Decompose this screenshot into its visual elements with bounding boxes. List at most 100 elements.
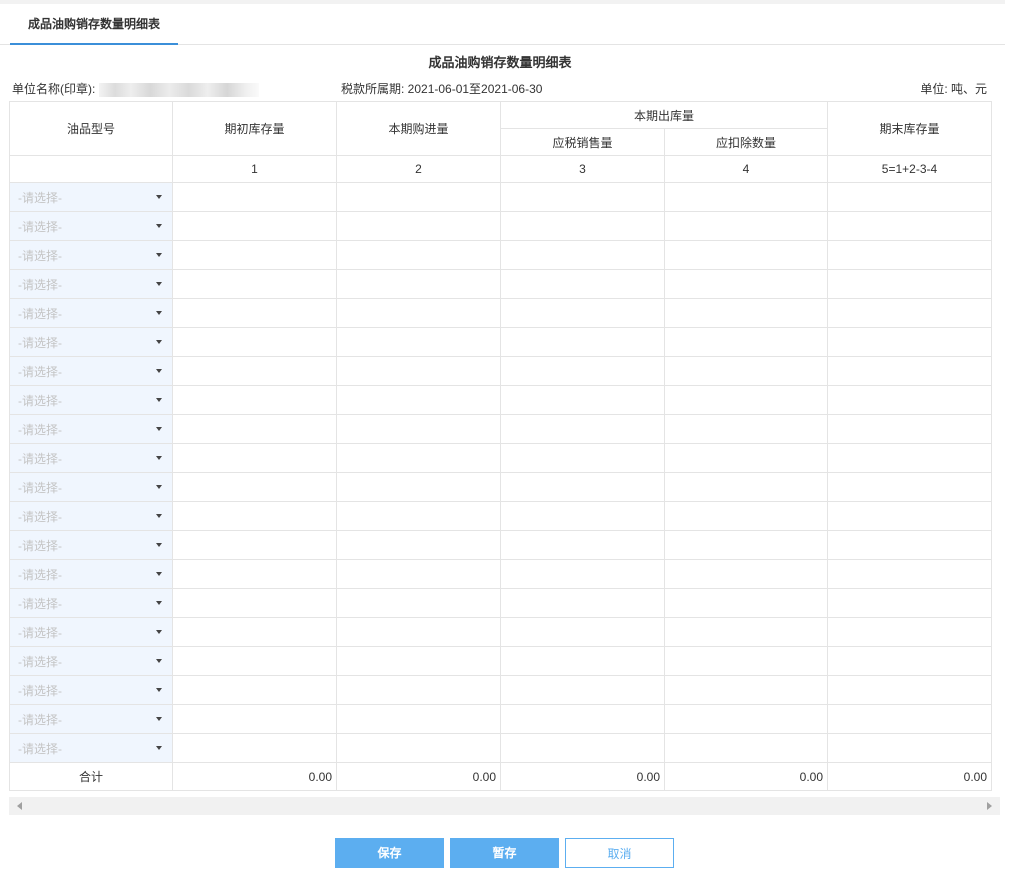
deduction-cell[interactable] <box>664 617 828 647</box>
opening-stock-cell[interactable] <box>172 675 337 705</box>
taxable-sales-cell[interactable] <box>500 646 665 676</box>
dropdown-arrow-icon[interactable] <box>156 195 162 199</box>
purchase-cell[interactable] <box>336 704 501 734</box>
purchase-cell[interactable] <box>336 646 501 676</box>
deduction-cell[interactable] <box>664 182 828 212</box>
taxable-sales-cell[interactable] <box>500 443 665 473</box>
cancel-button[interactable]: 取消 <box>565 838 674 868</box>
taxable-sales-cell[interactable] <box>500 704 665 734</box>
purchase-cell[interactable] <box>336 733 501 763</box>
taxable-sales-cell[interactable] <box>500 675 665 705</box>
purchase-cell[interactable] <box>336 211 501 241</box>
taxable-sales-cell[interactable] <box>500 385 665 415</box>
purchase-cell[interactable] <box>336 675 501 705</box>
taxable-sales-cell[interactable] <box>500 501 665 531</box>
purchase-cell[interactable] <box>336 588 501 618</box>
purchase-cell[interactable] <box>336 240 501 270</box>
oil-type-select[interactable]: -请选择- <box>10 647 172 675</box>
dropdown-arrow-icon[interactable] <box>156 485 162 489</box>
oil-type-select[interactable]: -请选择- <box>10 299 172 327</box>
taxable-sales-cell[interactable] <box>500 588 665 618</box>
dropdown-arrow-icon[interactable] <box>156 746 162 750</box>
oil-type-select[interactable]: -请选择- <box>10 357 172 385</box>
oil-type-select[interactable]: -请选择- <box>10 415 172 443</box>
dropdown-arrow-icon[interactable] <box>156 340 162 344</box>
dropdown-arrow-icon[interactable] <box>156 456 162 460</box>
purchase-cell[interactable] <box>336 269 501 299</box>
purchase-cell[interactable] <box>336 530 501 560</box>
scroll-left-icon[interactable] <box>17 802 22 810</box>
deduction-cell[interactable] <box>664 704 828 734</box>
opening-stock-cell[interactable] <box>172 472 337 502</box>
dropdown-arrow-icon[interactable] <box>156 427 162 431</box>
dropdown-arrow-icon[interactable] <box>156 311 162 315</box>
oil-type-select[interactable]: -请选择- <box>10 183 172 211</box>
opening-stock-cell[interactable] <box>172 356 337 386</box>
oil-type-select[interactable]: -请选择- <box>10 270 172 298</box>
taxable-sales-cell[interactable] <box>500 269 665 299</box>
opening-stock-cell[interactable] <box>172 559 337 589</box>
oil-type-select[interactable]: -请选择- <box>10 212 172 240</box>
opening-stock-cell[interactable] <box>172 530 337 560</box>
dropdown-arrow-icon[interactable] <box>156 514 162 518</box>
deduction-cell[interactable] <box>664 501 828 531</box>
opening-stock-cell[interactable] <box>172 501 337 531</box>
opening-stock-cell[interactable] <box>172 182 337 212</box>
oil-type-select[interactable]: -请选择- <box>10 589 172 617</box>
taxable-sales-cell[interactable] <box>500 414 665 444</box>
dropdown-arrow-icon[interactable] <box>156 601 162 605</box>
purchase-cell[interactable] <box>336 414 501 444</box>
deduction-cell[interactable] <box>664 298 828 328</box>
oil-type-select[interactable]: -请选择- <box>10 560 172 588</box>
deduction-cell[interactable] <box>664 240 828 270</box>
dropdown-arrow-icon[interactable] <box>156 659 162 663</box>
opening-stock-cell[interactable] <box>172 704 337 734</box>
purchase-cell[interactable] <box>336 472 501 502</box>
taxable-sales-cell[interactable] <box>500 559 665 589</box>
opening-stock-cell[interactable] <box>172 211 337 241</box>
oil-type-select[interactable]: -请选择- <box>10 473 172 501</box>
deduction-cell[interactable] <box>664 588 828 618</box>
oil-type-select[interactable]: -请选择- <box>10 241 172 269</box>
purchase-cell[interactable] <box>336 356 501 386</box>
opening-stock-cell[interactable] <box>172 385 337 415</box>
deduction-cell[interactable] <box>664 211 828 241</box>
opening-stock-cell[interactable] <box>172 327 337 357</box>
deduction-cell[interactable] <box>664 443 828 473</box>
oil-type-select[interactable]: -请选择- <box>10 734 172 762</box>
opening-stock-cell[interactable] <box>172 733 337 763</box>
oil-type-select[interactable]: -请选择- <box>10 676 172 704</box>
deduction-cell[interactable] <box>664 327 828 357</box>
scroll-right-icon[interactable] <box>987 802 992 810</box>
opening-stock-cell[interactable] <box>172 269 337 299</box>
purchase-cell[interactable] <box>336 182 501 212</box>
dropdown-arrow-icon[interactable] <box>156 630 162 634</box>
opening-stock-cell[interactable] <box>172 617 337 647</box>
opening-stock-cell[interactable] <box>172 588 337 618</box>
deduction-cell[interactable] <box>664 675 828 705</box>
deduction-cell[interactable] <box>664 414 828 444</box>
tab-detail-sheet[interactable]: 成品油购销存数量明细表 <box>10 4 178 45</box>
deduction-cell[interactable] <box>664 646 828 676</box>
oil-type-select[interactable]: -请选择- <box>10 705 172 733</box>
opening-stock-cell[interactable] <box>172 646 337 676</box>
purchase-cell[interactable] <box>336 443 501 473</box>
taxable-sales-cell[interactable] <box>500 617 665 647</box>
dropdown-arrow-icon[interactable] <box>156 572 162 576</box>
oil-type-select[interactable]: -请选择- <box>10 386 172 414</box>
oil-type-select[interactable]: -请选择- <box>10 531 172 559</box>
deduction-cell[interactable] <box>664 472 828 502</box>
oil-type-select[interactable]: -请选择- <box>10 444 172 472</box>
taxable-sales-cell[interactable] <box>500 298 665 328</box>
opening-stock-cell[interactable] <box>172 414 337 444</box>
purchase-cell[interactable] <box>336 327 501 357</box>
taxable-sales-cell[interactable] <box>500 182 665 212</box>
deduction-cell[interactable] <box>664 356 828 386</box>
horizontal-scrollbar[interactable] <box>9 797 1000 815</box>
taxable-sales-cell[interactable] <box>500 356 665 386</box>
opening-stock-cell[interactable] <box>172 240 337 270</box>
deduction-cell[interactable] <box>664 559 828 589</box>
opening-stock-cell[interactable] <box>172 443 337 473</box>
deduction-cell[interactable] <box>664 733 828 763</box>
save-button[interactable]: 保存 <box>335 838 444 868</box>
